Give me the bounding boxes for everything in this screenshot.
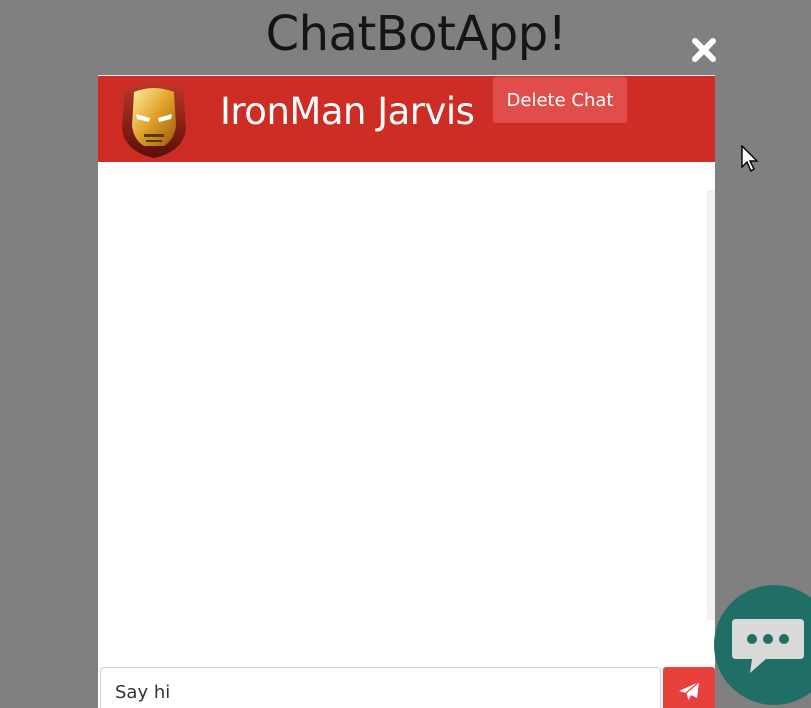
chat-launcher-button[interactable] xyxy=(714,585,811,705)
chat-window: IronMan Jarvis Delete Chat xyxy=(98,75,715,708)
chat-header: IronMan Jarvis Delete Chat xyxy=(98,76,715,162)
page: ChatBotApp! IronMan Jarvis Delete Chat S… xyxy=(0,0,811,708)
paper-plane-icon xyxy=(679,681,700,702)
chat-bubble-icon xyxy=(732,619,804,673)
ironman-helmet-icon xyxy=(116,78,192,160)
message-list[interactable] xyxy=(98,162,715,708)
delete-chat-button[interactable]: Delete Chat xyxy=(493,77,627,123)
bot-name: IronMan Jarvis xyxy=(220,90,475,133)
close-icon[interactable] xyxy=(690,36,718,64)
message-scrollbar[interactable] xyxy=(707,190,715,620)
message-input[interactable] xyxy=(100,667,661,708)
send-button[interactable] xyxy=(663,667,715,708)
mouse-cursor-icon xyxy=(741,144,759,177)
